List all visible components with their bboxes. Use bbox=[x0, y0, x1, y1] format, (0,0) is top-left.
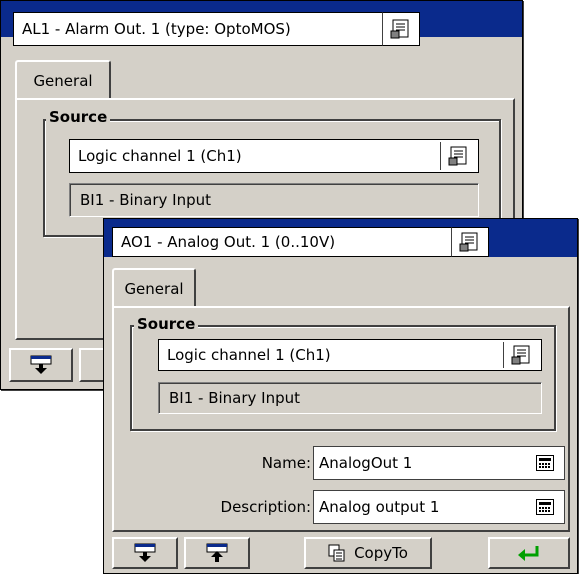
back-source-combo-text: Logic channel 1 (Ch1) bbox=[78, 147, 242, 165]
back-source-group-label: Source bbox=[46, 108, 111, 126]
back-title-combo-text: AL1 - Alarm Out. 1 (type: OptoMOS) bbox=[22, 20, 291, 38]
back-source-combo[interactable]: Logic channel 1 (Ch1) bbox=[69, 139, 479, 173]
description-field[interactable]: Analog output 1 bbox=[313, 490, 565, 524]
copyto-button[interactable]: CopyTo bbox=[304, 537, 432, 569]
copyto-button-label: CopyTo bbox=[354, 544, 408, 562]
front-source-combo[interactable]: Logic channel 1 (Ch1) bbox=[158, 339, 542, 371]
back-tab-general-label: General bbox=[33, 72, 93, 90]
description-label: Description: bbox=[220, 498, 311, 516]
move-up-button[interactable] bbox=[184, 537, 250, 569]
front-tab-general-label: General bbox=[124, 280, 184, 298]
enter-button[interactable] bbox=[488, 537, 570, 569]
properties-icon bbox=[390, 19, 409, 39]
move-up-icon bbox=[206, 543, 228, 562]
front-source-combo-text: Logic channel 1 (Ch1) bbox=[167, 346, 331, 364]
back-source-readonly: BI1 - Binary Input bbox=[69, 183, 479, 217]
name-label: Name: bbox=[261, 454, 311, 472]
calculator-icon[interactable] bbox=[536, 499, 554, 515]
front-title-combo-text: AO1 - Analog Out. 1 (0..10V) bbox=[121, 233, 336, 251]
front-tab-general[interactable]: General bbox=[112, 268, 196, 308]
move-down-icon bbox=[30, 355, 52, 374]
name-field-value: AnalogOut 1 bbox=[319, 454, 413, 472]
properties-icon[interactable] bbox=[448, 146, 470, 166]
move-down-button[interactable] bbox=[112, 537, 178, 569]
copy-icon bbox=[328, 544, 345, 562]
enter-arrow-icon bbox=[518, 546, 539, 561]
back-move-down-button[interactable] bbox=[9, 348, 73, 382]
back-source-readonly-text: BI1 - Binary Input bbox=[80, 191, 212, 209]
name-field[interactable]: AnalogOut 1 bbox=[313, 446, 565, 480]
back-tab-general[interactable]: General bbox=[15, 60, 111, 100]
description-field-value: Analog output 1 bbox=[319, 498, 440, 516]
calculator-icon[interactable] bbox=[536, 455, 554, 471]
front-window: AO1 - Analog Out. 1 (0..10V) General Sou… bbox=[103, 218, 578, 574]
back-source-combo-separator bbox=[440, 142, 441, 170]
front-source-group-label: Source bbox=[134, 315, 199, 333]
move-down-icon bbox=[134, 543, 156, 562]
back-title-properties-button[interactable] bbox=[382, 12, 420, 46]
properties-icon[interactable] bbox=[511, 345, 533, 365]
front-title-properties-button[interactable] bbox=[451, 227, 489, 257]
back-title-combo[interactable]: AL1 - Alarm Out. 1 (type: OptoMOS) bbox=[13, 12, 383, 46]
front-source-combo-separator bbox=[503, 342, 504, 368]
properties-icon bbox=[459, 232, 478, 252]
front-source-readonly: BI1 - Binary Input bbox=[158, 382, 542, 414]
front-title-combo[interactable]: AO1 - Analog Out. 1 (0..10V) bbox=[112, 227, 452, 257]
front-source-readonly-text: BI1 - Binary Input bbox=[169, 389, 301, 407]
